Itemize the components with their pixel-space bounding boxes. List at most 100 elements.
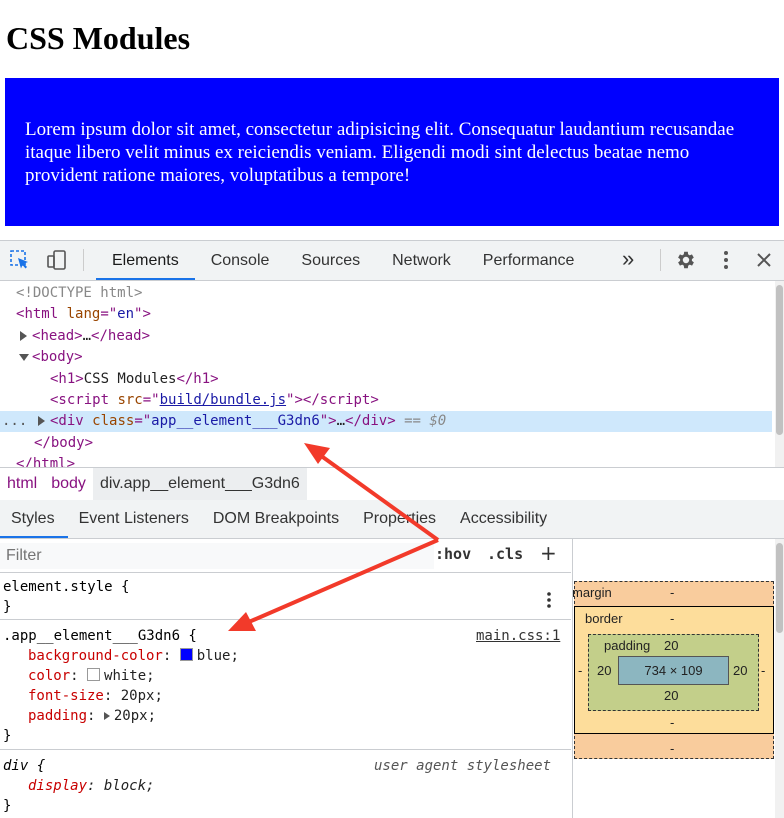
padding-left-value: 20 xyxy=(597,663,612,678)
ua-selector: div { xyxy=(3,758,46,774)
rule-divider-2 xyxy=(0,749,571,750)
color-swatch-white[interactable] xyxy=(87,668,101,681)
margin-label: margin xyxy=(572,585,612,600)
head-tag: head xyxy=(40,328,75,344)
lang-attr: lang xyxy=(66,306,101,322)
prop-background-color[interactable]: background-color: blue; xyxy=(28,646,239,666)
margin-left-value: - xyxy=(578,663,583,678)
padding-right-value: 20 xyxy=(733,663,748,678)
prop-value: 20px xyxy=(113,708,148,724)
dom-line-body-close[interactable]: </body> xyxy=(0,433,772,454)
head-close-tag: head xyxy=(107,328,142,344)
devtools-panel: Elements Console Sources Network Perform… xyxy=(0,240,784,818)
subtab-event-listeners[interactable]: Event Listeners xyxy=(68,500,202,538)
device-toolbar-icon[interactable] xyxy=(46,249,68,271)
dom-line-h1[interactable]: <h1>CSS Modules</h1> xyxy=(0,369,772,390)
prop-name: font-size xyxy=(28,688,104,704)
border-label: border xyxy=(585,611,623,626)
dom-line-body[interactable]: <body> xyxy=(0,347,772,368)
box-model-scrollbar[interactable] xyxy=(775,539,784,818)
collapse-triangle-icon[interactable] xyxy=(19,354,29,361)
dom-line-head[interactable]: <head>…</head> xyxy=(0,326,772,347)
breadcrumb: html body div.app__element___G3dn6 xyxy=(0,467,784,501)
styles-pane: :hov .cls + element.style { } .app__elem… xyxy=(0,539,571,818)
subtab-properties[interactable]: Properties xyxy=(352,500,449,538)
box-model-pane: margin - border - padding 20 20 20 20 73… xyxy=(572,539,784,818)
body-tag: body xyxy=(40,349,75,365)
subtab-dom-breakpoints[interactable]: DOM Breakpoints xyxy=(202,500,352,538)
html-tag: html xyxy=(24,306,59,322)
breadcrumb-html[interactable]: html xyxy=(0,468,44,500)
row-dots-icon[interactable]: ... xyxy=(2,411,27,432)
tab-performance[interactable]: Performance xyxy=(467,241,591,280)
prop-value: 20px xyxy=(120,688,155,704)
close-devtools-icon[interactable] xyxy=(753,249,775,271)
content-size: 734 × 109 xyxy=(644,663,703,678)
styles-subtabs: Styles Event Listeners DOM Breakpoints P… xyxy=(0,500,784,539)
html-close-tag: html xyxy=(32,456,67,467)
border-bottom-value: - xyxy=(670,715,675,730)
dom-line-doctype[interactable]: <!DOCTYPE html> xyxy=(0,283,772,304)
lang-value: en xyxy=(117,306,135,322)
dom-line-html[interactable]: <html lang="en"> xyxy=(0,304,772,325)
devtools-tabs: Elements Console Sources Network Perform… xyxy=(96,241,590,280)
dom-scrollbar[interactable] xyxy=(775,281,784,467)
content-paragraph: Lorem ipsum dolor sit amet, consectetur … xyxy=(25,119,735,186)
prop-name: color xyxy=(28,668,71,684)
expand-div-triangle-icon[interactable] xyxy=(38,416,45,426)
more-tabs-icon[interactable]: » xyxy=(622,246,634,272)
box-model-content[interactable]: 734 × 109 xyxy=(618,656,729,685)
dom-line-div-selected[interactable]: ... <div class="app__element___G3dn6">…<… xyxy=(0,411,772,432)
toolbar-divider xyxy=(83,249,84,271)
subtab-styles[interactable]: Styles xyxy=(0,500,68,538)
hov-toggle[interactable]: :hov xyxy=(435,545,471,563)
prop-font-size[interactable]: font-size: 20px; xyxy=(28,686,163,706)
dom-tree: <!DOCTYPE html> <html lang="en"> <head>…… xyxy=(0,281,772,467)
rule-divider xyxy=(0,619,571,620)
expand-triangle-icon[interactable] xyxy=(20,331,27,341)
rule-close: } xyxy=(3,728,12,744)
subtab-accessibility[interactable]: Accessibility xyxy=(449,500,560,538)
padding-bottom-value: 20 xyxy=(664,688,679,703)
prop-padding[interactable]: padding: 20px; xyxy=(28,706,156,726)
rule-source-link[interactable]: main.css:1 xyxy=(476,626,560,646)
settings-gear-icon[interactable] xyxy=(675,249,697,271)
tab-console[interactable]: Console xyxy=(195,241,286,280)
prop-color[interactable]: color: white; xyxy=(28,666,155,686)
box-model-scrollbar-thumb[interactable] xyxy=(776,543,783,633)
more-options-icon[interactable] xyxy=(715,249,737,271)
cls-toggle[interactable]: .cls xyxy=(487,545,523,563)
head-ellipsis: … xyxy=(82,328,92,344)
filter-row: :hov .cls + xyxy=(0,539,571,573)
breadcrumb-div[interactable]: div.app__element___G3dn6 xyxy=(92,468,307,500)
doctype-text: <!DOCTYPE html> xyxy=(16,285,143,301)
padding-label: padding xyxy=(604,638,651,653)
rule-options-icon[interactable] xyxy=(546,591,552,613)
dom-line-script[interactable]: <script src="build/bundle.js"></script> xyxy=(0,390,772,411)
blue-content-box: Lorem ipsum dolor sit amet, consectetur … xyxy=(5,78,779,226)
tab-elements[interactable]: Elements xyxy=(96,241,195,280)
rule-selector[interactable]: .app__element___G3dn6 { xyxy=(3,626,197,646)
toolbar-divider-2 xyxy=(660,249,661,271)
expand-shorthand-icon[interactable] xyxy=(103,712,110,720)
prop-name: display xyxy=(28,778,88,794)
prop-value: white xyxy=(104,668,147,684)
selected-marker: == $0 xyxy=(404,413,447,429)
breadcrumb-body[interactable]: body xyxy=(44,468,93,500)
inspect-element-icon[interactable] xyxy=(9,249,31,271)
styles-filter-input[interactable] xyxy=(0,543,434,569)
new-style-rule-icon[interactable]: + xyxy=(540,541,557,565)
padding-top-value: 20 xyxy=(664,638,679,653)
script-src-link[interactable]: build/bundle.js xyxy=(160,392,286,408)
dom-line-html-close[interactable]: </html> xyxy=(0,454,772,467)
tab-sources[interactable]: Sources xyxy=(285,241,376,280)
tab-network[interactable]: Network xyxy=(376,241,467,280)
color-swatch-blue[interactable] xyxy=(179,648,193,661)
page-title: CSS Modules xyxy=(6,20,191,56)
element-style-selector: element.style { xyxy=(3,579,130,595)
margin-right-value: - xyxy=(761,663,766,678)
prop-value: blue xyxy=(196,648,231,664)
margin-top-value: - xyxy=(670,585,675,600)
dom-scrollbar-thumb[interactable] xyxy=(776,285,783,435)
ua-prop-display: display: block; xyxy=(28,778,155,794)
